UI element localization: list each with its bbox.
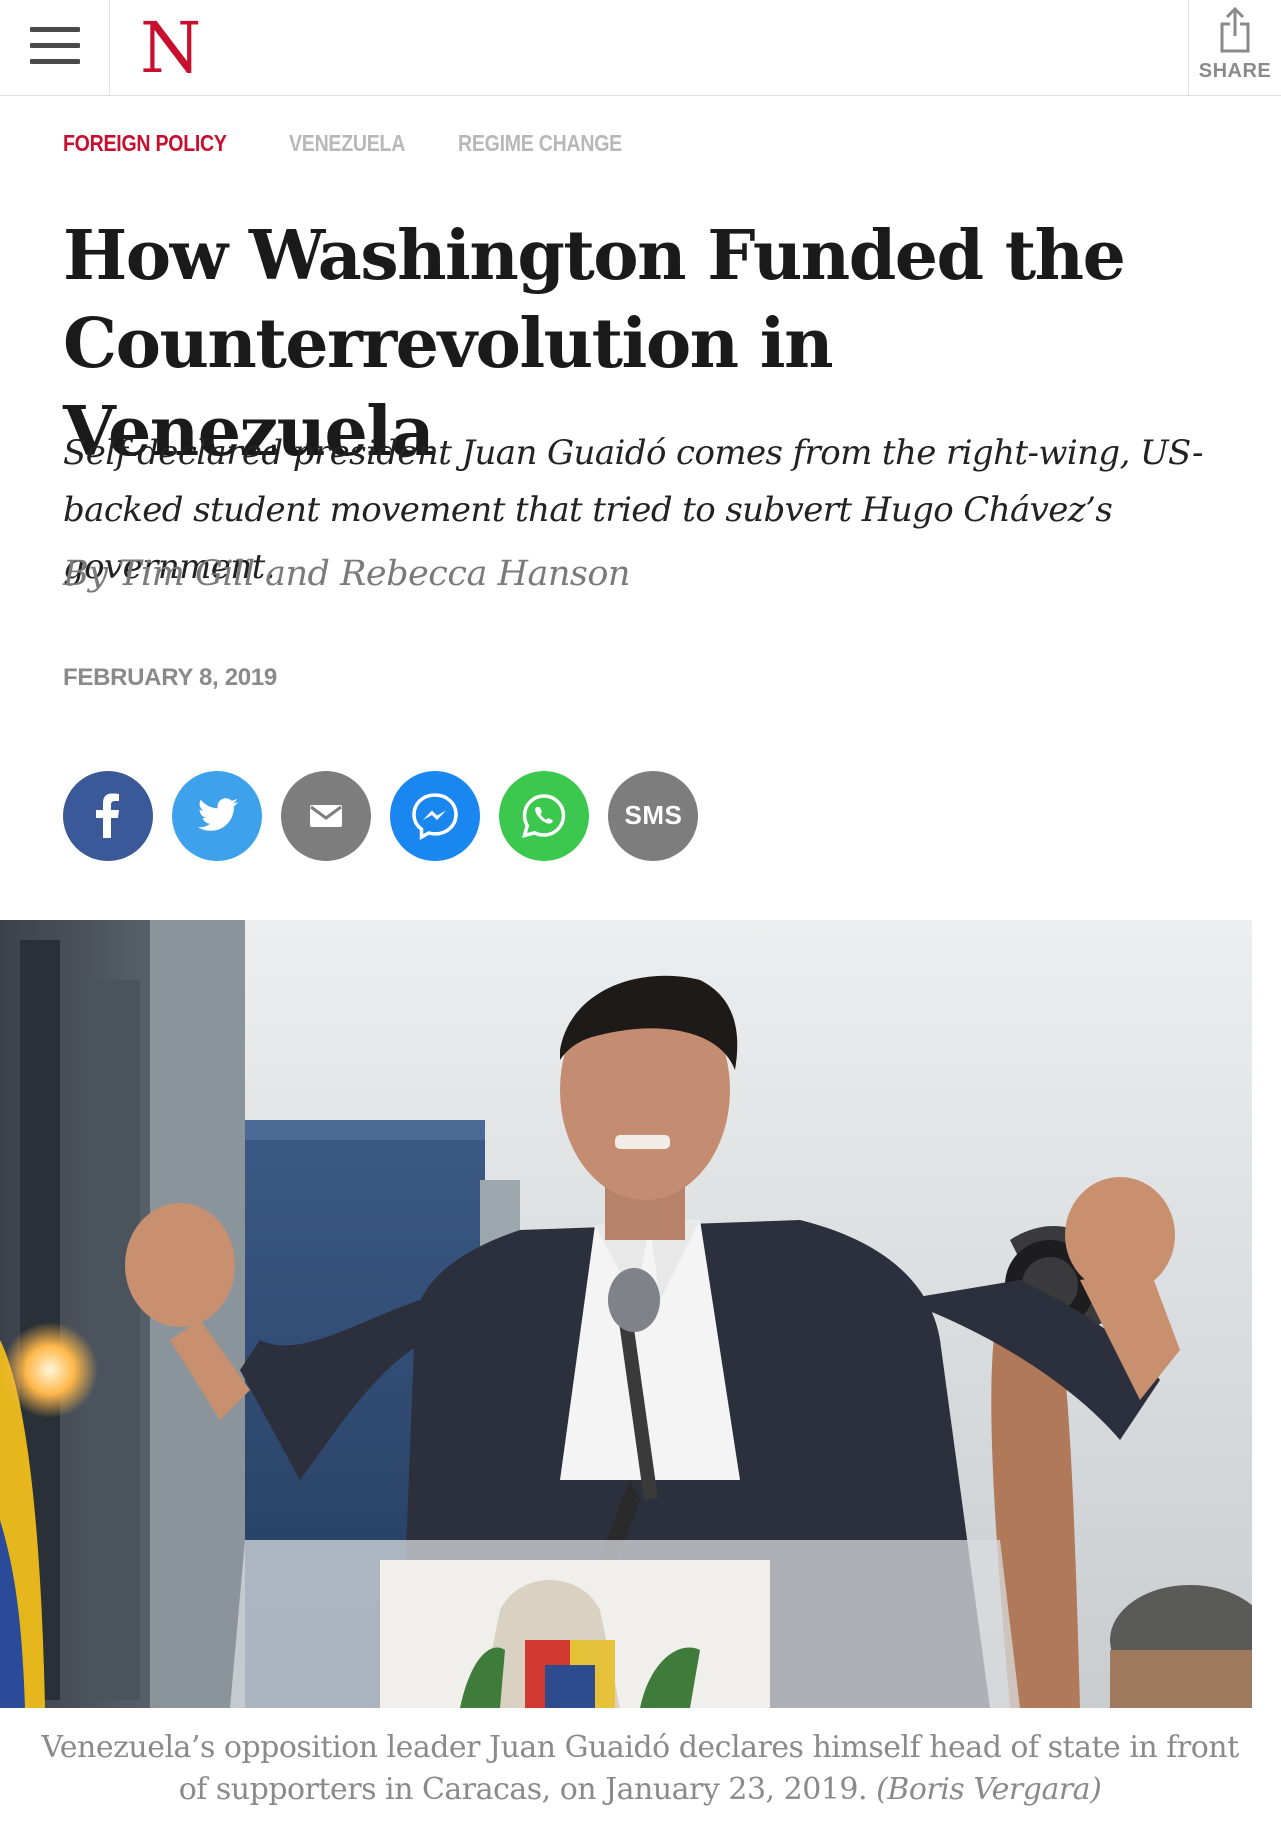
- article-date: FEBRUARY 8, 2019: [63, 664, 277, 691]
- menu-button[interactable]: [0, 0, 110, 95]
- dek-line-1: Self-declared president Juan Guaidó come…: [63, 433, 1203, 473]
- social-share-bar: SMS: [63, 771, 712, 861]
- twitter-icon: [198, 798, 239, 831]
- sms-share-button[interactable]: SMS: [608, 771, 699, 861]
- messenger-icon: [412, 793, 459, 840]
- twitter-share-button[interactable]: [172, 771, 263, 861]
- whatsapp-icon: [522, 794, 566, 838]
- messenger-share-button[interactable]: [390, 771, 481, 861]
- tag-foreign-policy[interactable]: FOREIGN POLICY: [63, 130, 227, 157]
- sms-label: SMS: [624, 800, 683, 830]
- facebook-share-button[interactable]: [63, 771, 153, 861]
- hero-photo[interactable]: [0, 920, 1252, 1708]
- protest-speech-photo: [0, 920, 1252, 1708]
- share-label: SHARE: [1198, 60, 1272, 82]
- email-icon: [310, 805, 343, 827]
- caption-line-2: of supporters in Caracas, on January 23,…: [178, 1772, 868, 1807]
- article-byline[interactable]: By Tim Gill and Rebecca Hanson: [63, 554, 630, 594]
- whatsapp-share-button[interactable]: [499, 771, 590, 861]
- top-navigation-bar: N SHARE: [0, 0, 1281, 96]
- headline-line-1: How Washington Funded the: [63, 216, 1126, 296]
- article-tags: FOREIGN POLICY VENEZUELA REGIME CHANGE: [63, 130, 678, 160]
- photo-caption: Venezuela’s opposition leader Juan Guaid…: [30, 1727, 1250, 1811]
- site-logo[interactable]: N: [140, 8, 201, 88]
- caption-line-1: Venezuela’s opposition leader Juan Guaid…: [41, 1730, 1239, 1765]
- email-share-button[interactable]: [281, 771, 372, 861]
- tag-regime-change[interactable]: REGIME CHANGE: [458, 130, 622, 157]
- share-icon: [1220, 6, 1250, 53]
- facebook-icon: [96, 793, 119, 838]
- photo-credit: (Boris Vergara): [876, 1772, 1102, 1807]
- share-button[interactable]: SHARE: [1188, 0, 1281, 95]
- tag-venezuela[interactable]: VENEZUELA: [289, 130, 405, 157]
